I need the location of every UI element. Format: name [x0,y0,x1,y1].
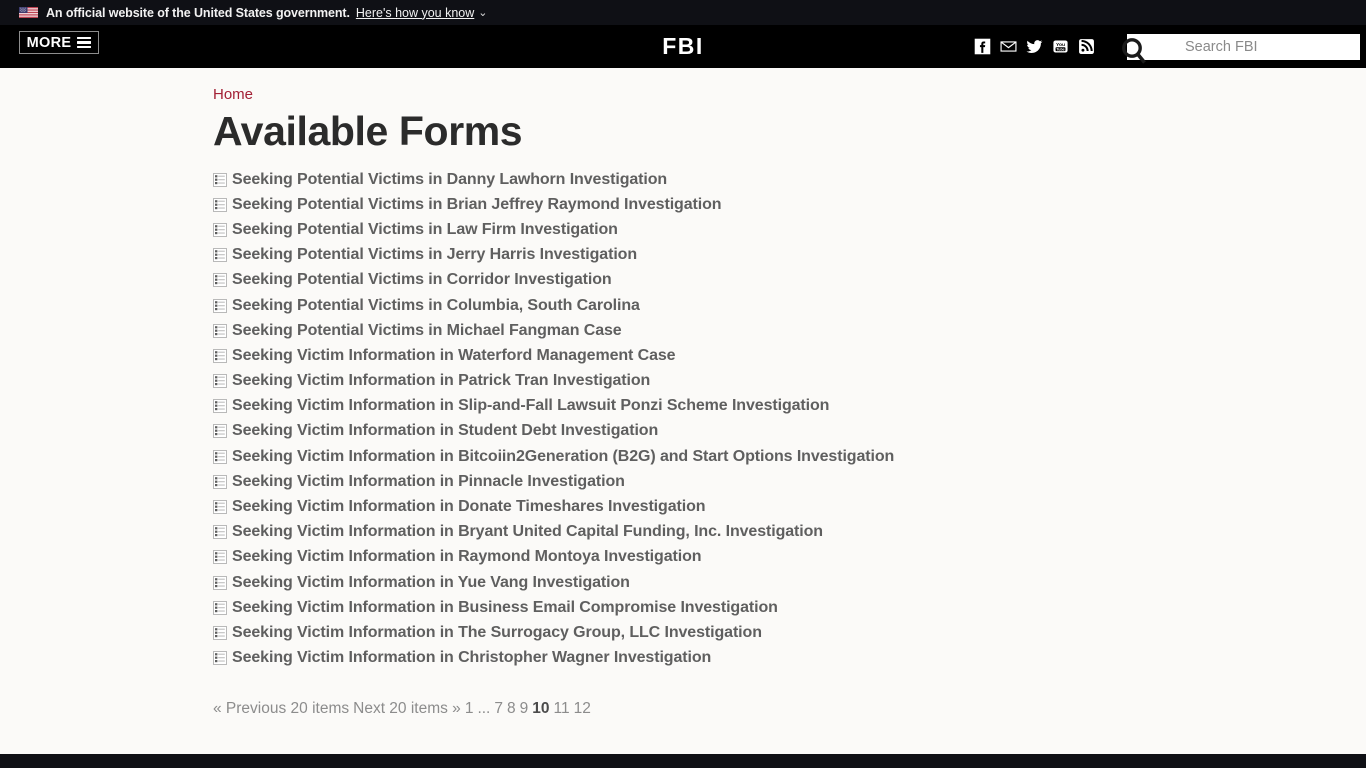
pagination-page-11[interactable]: 11 [553,700,569,717]
rss-icon[interactable] [1078,38,1095,55]
form-document-icon [213,651,232,666]
list-item[interactable]: Seeking Victim Information in Slip-and-F… [213,394,1366,419]
form-link[interactable]: Seeking Victim Information in Slip-and-F… [232,397,829,415]
youtube-icon[interactable]: You Tube [1052,38,1069,55]
form-document-icon [213,374,232,389]
list-item[interactable]: Seeking Victim Information in Christophe… [213,646,1366,671]
email-icon[interactable] [1000,38,1017,55]
form-link[interactable]: Seeking Victim Information in Donate Tim… [232,498,706,516]
list-item[interactable]: Seeking Victim Information in Bryant Uni… [213,520,1366,545]
gov-banner-text: An official website of the United States… [46,5,350,20]
form-document-icon [213,222,232,237]
form-document-icon [213,575,232,590]
list-item[interactable]: Seeking Victim Information in Donate Tim… [213,494,1366,519]
pagination: « Previous 20 items Next 20 items » 1... 7 8… [213,700,1366,718]
list-item[interactable]: Seeking Potential Victims in Brian Jeffr… [213,192,1366,217]
pagination-page-12[interactable]: 12 [574,700,591,717]
list-item[interactable]: Seeking Potential Victims in Danny Lawho… [213,167,1366,192]
form-link[interactable]: Seeking Potential Victims in Michael Fan… [232,322,622,340]
form-link[interactable]: Seeking Potential Victims in Law Firm In… [232,221,618,239]
form-document-icon [213,298,232,313]
form-document-icon [213,248,232,263]
pagination-page-7[interactable]: 7 [494,700,503,717]
form-document-icon [213,500,232,515]
form-link[interactable]: Seeking Victim Information in Bryant Uni… [232,523,823,541]
list-item[interactable]: Seeking Victim Information in Pinnacle I… [213,469,1366,494]
more-menu-button[interactable]: MORE [19,31,99,54]
form-document-icon [213,474,232,489]
pagination-ellipsis: ... [477,699,491,717]
page-title: Available Forms [213,108,523,154]
gov-banner: An official website of the United States… [0,0,1366,25]
twitter-icon[interactable] [1026,38,1043,55]
list-item[interactable]: Seeking Victim Information in Bitcoiin2G… [213,444,1366,469]
chevron-down-icon[interactable]: ⌄ [478,6,487,19]
us-flag-icon [19,7,38,18]
form-document-icon [213,399,232,414]
form-document-icon [213,550,232,565]
list-item[interactable]: Seeking Victim Information in Business E… [213,595,1366,620]
list-item[interactable]: Seeking Potential Victims in Michael Fan… [213,318,1366,343]
content-column: Home Available Forms Seeking Potential V… [0,68,1366,718]
list-item[interactable]: Seeking Victim Information in Patrick Tr… [213,369,1366,394]
form-link[interactable]: Seeking Victim Information in Pinnacle I… [232,473,625,491]
social-links: You Tube [974,38,1095,55]
form-link[interactable]: Seeking Potential Victims in Corridor In… [232,271,612,289]
hamburger-icon [77,37,92,48]
form-document-icon [213,348,232,363]
list-item[interactable]: Seeking Potential Victims in Columbia, S… [213,293,1366,318]
list-item[interactable]: Seeking Victim Information in Waterford … [213,343,1366,368]
form-link[interactable]: Seeking Victim Information in The Surrog… [232,624,762,642]
form-link[interactable]: Seeking Victim Information in Raymond Mo… [232,548,702,566]
breadcrumb-item-home[interactable]: Home [213,86,253,103]
list-item[interactable]: Seeking Potential Victims in Law Firm In… [213,217,1366,242]
form-document-icon [213,424,232,439]
form-document-icon [213,625,232,640]
pagination-page-9[interactable]: 9 [520,700,529,717]
pagination-next[interactable]: Next 20 items » [353,700,461,717]
form-link[interactable]: Seeking Potential Victims in Columbia, S… [232,297,640,315]
list-item[interactable]: Seeking Victim Information in The Surrog… [213,620,1366,645]
form-link[interactable]: Seeking Victim Information in Student De… [232,422,658,440]
form-link[interactable]: Seeking Victim Information in Patrick Tr… [232,372,650,390]
form-link[interactable]: Seeking Victim Information in Waterford … [232,347,676,365]
list-item[interactable]: Seeking Potential Victims in Jerry Harri… [213,243,1366,268]
pagination-pages: 7 8 9 10 11 12 [494,700,590,717]
site-header: MORE FBI You Tube [0,25,1366,68]
form-link[interactable]: Seeking Potential Victims in Danny Lawho… [232,171,667,189]
list-item[interactable]: Seeking Victim Information in Student De… [213,419,1366,444]
breadcrumb: Home [213,86,1366,103]
how-you-know-link[interactable]: Here's how you know [356,6,474,20]
list-item[interactable]: Seeking Victim Information in Raymond Mo… [213,545,1366,570]
form-document-icon [213,197,232,212]
form-link[interactable]: Seeking Victim Information in Christophe… [232,649,711,667]
list-item[interactable]: Seeking Victim Information in Yue Vang I… [213,570,1366,595]
header-right-group: You Tube [974,25,1366,68]
facebook-icon[interactable] [974,38,991,55]
form-link[interactable]: Seeking Victim Information in Business E… [232,599,778,617]
pagination-previous[interactable]: « Previous 20 items [213,700,349,717]
svg-text:Tube: Tube [1056,47,1064,51]
site-footer [0,754,1366,768]
pagination-page-first[interactable]: 1 [465,700,474,717]
pagination-page-8[interactable]: 8 [507,700,516,717]
form-link[interactable]: Seeking Victim Information in Bitcoiin2G… [232,448,894,466]
form-document-icon [213,323,232,338]
search-input[interactable] [1127,33,1360,60]
search-box [1107,33,1360,64]
form-document-icon [213,273,232,288]
more-menu-label: MORE [26,34,72,51]
pagination-page-10: 10 [532,699,550,717]
form-document-icon [213,172,232,187]
form-document-icon [213,449,232,464]
page-body: Home Available Forms Seeking Potential V… [0,68,1366,718]
list-item[interactable]: Seeking Potential Victims in Corridor In… [213,268,1366,293]
form-document-icon [213,525,232,540]
form-link[interactable]: Seeking Potential Victims in Jerry Harri… [232,246,637,264]
form-link[interactable]: Seeking Potential Victims in Brian Jeffr… [232,196,722,214]
available-forms-list: Seeking Potential Victims in Danny Lawho… [213,167,1366,671]
form-document-icon [213,600,232,615]
form-link[interactable]: Seeking Victim Information in Yue Vang I… [232,574,630,592]
